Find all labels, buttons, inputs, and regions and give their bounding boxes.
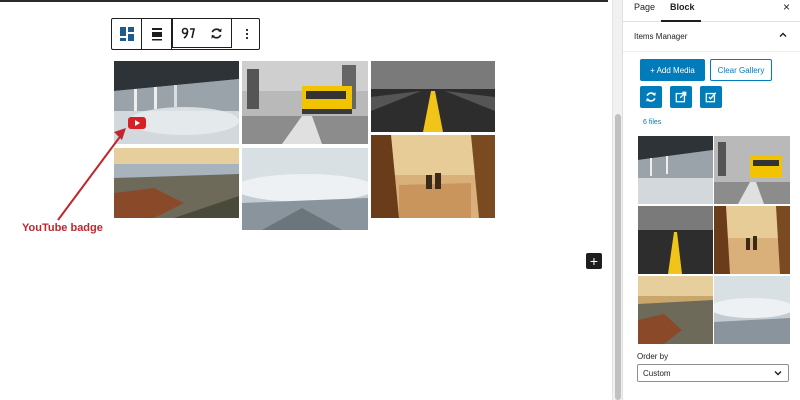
- gallery-image-road[interactable]: [371, 61, 495, 132]
- refresh-icon: [211, 27, 222, 39]
- top-divider: [0, 0, 608, 2]
- more-options-icon: [245, 28, 248, 40]
- toolbar-group-align: [142, 19, 172, 49]
- youtube-badge-icon[interactable]: [128, 117, 146, 129]
- external-link-icon: [675, 91, 687, 103]
- close-icon[interactable]: ×: [783, 0, 790, 14]
- thumbnail-road[interactable]: [638, 206, 713, 274]
- order-by-value: Custom: [643, 368, 671, 378]
- panel-title: Items Manager: [634, 32, 688, 41]
- gallery-image-foggy-city[interactable]: [242, 148, 368, 230]
- gallery-image-city-sunset[interactable]: [114, 148, 239, 218]
- chevron-up-icon: [779, 32, 787, 37]
- refresh-button[interactable]: [202, 19, 231, 47]
- youtube-quote-button[interactable]: [173, 19, 202, 47]
- editor-canvas: YouTube badge +: [0, 0, 612, 400]
- chevron-down-icon: [774, 371, 782, 376]
- thumbnail-foggy-city[interactable]: [714, 276, 790, 344]
- align-icon: [151, 28, 162, 41]
- edit-checkbox-icon: [705, 92, 717, 103]
- editor-scrollbar[interactable]: [612, 0, 622, 400]
- annotation-label: YouTube badge: [22, 222, 103, 234]
- gallery-image-platform[interactable]: [114, 61, 239, 144]
- thumbnail-platform[interactable]: [638, 136, 713, 204]
- thumbnail-tram[interactable]: [714, 136, 790, 204]
- thumbnail-desert[interactable]: [714, 206, 790, 274]
- toolbar-group-more: [232, 19, 261, 49]
- add-media-button[interactable]: + Add Media: [640, 59, 705, 81]
- items-manager-panel-header[interactable]: Items Manager: [623, 22, 800, 52]
- toolbar-group-block: [112, 19, 142, 49]
- sidebar-tabs: Page Block ×: [623, 0, 800, 22]
- clear-gallery-button[interactable]: Clear Gallery: [710, 59, 772, 81]
- tab-block[interactable]: Block: [670, 2, 695, 12]
- more-options-button[interactable]: [232, 19, 261, 49]
- plus-icon: +: [589, 253, 599, 269]
- scrollbar-thumb[interactable]: [615, 114, 621, 400]
- order-by-select[interactable]: Custom: [637, 364, 789, 382]
- settings-sidebar: Page Block × Items Manager + Add Media C…: [622, 0, 800, 400]
- add-block-button[interactable]: +: [586, 253, 602, 269]
- align-button[interactable]: [142, 19, 171, 49]
- gallery-layout-button[interactable]: [112, 19, 141, 49]
- files-count: 6 files: [643, 119, 662, 126]
- gallery-image-tram[interactable]: [242, 61, 368, 144]
- youtube-quote-icon: [181, 27, 195, 39]
- refresh-icon: [646, 92, 656, 102]
- edit-selection-button[interactable]: [700, 86, 722, 108]
- refresh-files-button[interactable]: [640, 86, 662, 108]
- thumbnail-city-sunset[interactable]: [638, 276, 713, 344]
- toolbar-group-actions: [172, 18, 232, 48]
- gallery-layout-icon: [119, 27, 134, 41]
- play-icon: [135, 120, 140, 126]
- gallery-image-desert[interactable]: [371, 135, 495, 218]
- tab-page[interactable]: Page: [634, 2, 655, 12]
- block-toolbar: [111, 18, 260, 50]
- open-external-button[interactable]: [670, 86, 692, 108]
- order-by-label: Order by: [637, 352, 669, 361]
